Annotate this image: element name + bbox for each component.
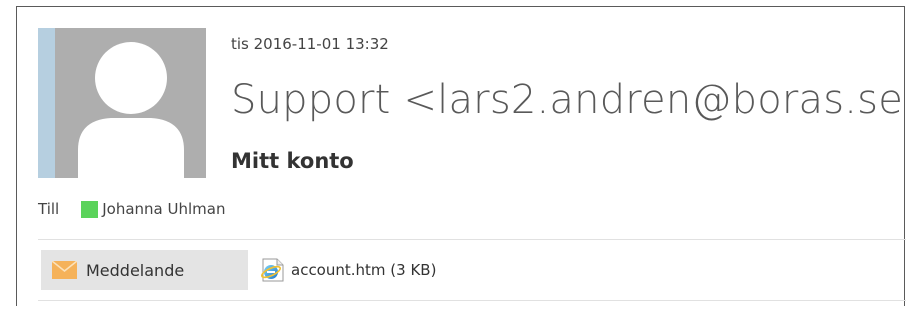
message-tab-label: Meddelande xyxy=(86,260,185,280)
envelope-icon xyxy=(52,261,77,279)
subject-line: Mitt konto xyxy=(231,149,354,173)
sender-avatar[interactable] xyxy=(38,28,206,178)
sender-name[interactable]: Support <lars2.andren@boras.se> xyxy=(231,77,907,123)
cut-off-header-row xyxy=(57,3,597,9)
sent-date: tis 2016-11-01 13:32 xyxy=(231,35,389,53)
recipient-name[interactable]: Johanna Uhlman xyxy=(102,200,225,218)
to-label: Till xyxy=(38,200,60,218)
divider xyxy=(38,300,906,301)
person-silhouette-icon xyxy=(78,42,184,178)
message-tab[interactable]: Meddelande xyxy=(41,250,248,290)
divider xyxy=(38,239,906,240)
reading-pane: tis 2016-11-01 13:32 Support <lars2.andr… xyxy=(16,3,907,306)
avatar xyxy=(55,28,206,178)
presence-bar xyxy=(38,28,55,178)
attachment-item[interactable]: account.htm (3 KB) xyxy=(260,250,436,290)
to-row: Till Johanna Uhlman xyxy=(38,200,225,218)
internet-explorer-icon xyxy=(261,258,284,282)
attachment-label: account.htm (3 KB) xyxy=(291,261,437,279)
presence-indicator-icon xyxy=(81,200,99,218)
